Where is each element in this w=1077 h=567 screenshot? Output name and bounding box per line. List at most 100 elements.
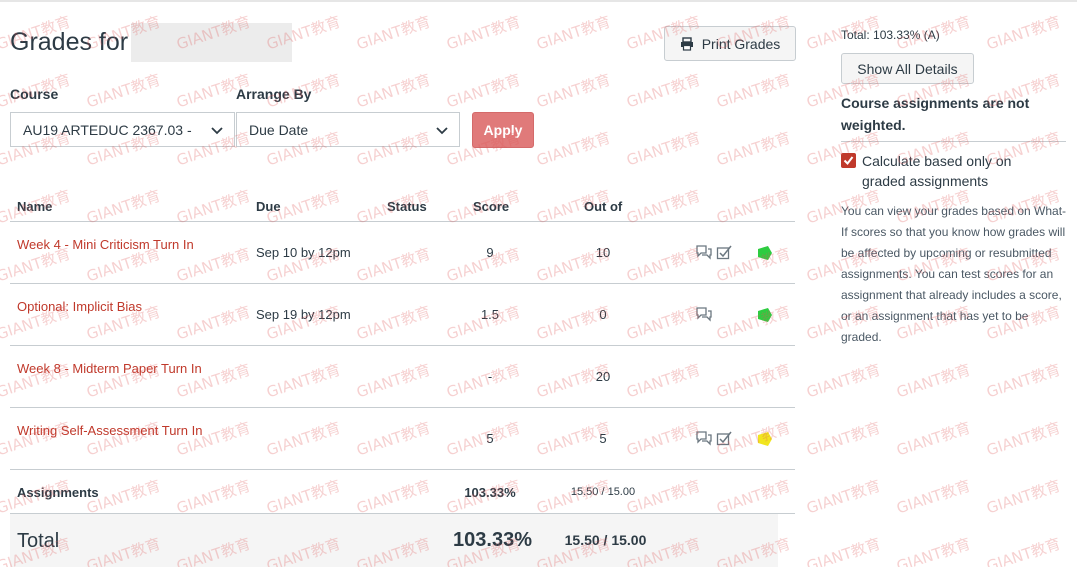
watermark-text: GIANT教育 xyxy=(1074,186,1077,228)
out-of-value: 20 xyxy=(595,369,611,384)
watermark-text: GIANT教育 xyxy=(534,128,613,170)
comment-icon[interactable] xyxy=(696,430,712,446)
grades-table: Name Due Status Score Out of Week 4 - Mi… xyxy=(10,190,795,514)
assignment-link[interactable]: Writing Self-Assessment Turn In xyxy=(17,423,202,438)
watermark-text: GIANT教育 xyxy=(444,70,523,112)
total-percent: 103.33% xyxy=(453,529,532,551)
watermark-text: GIANT教育 xyxy=(1074,418,1077,460)
watermark-text: GIANT教育 xyxy=(714,70,793,112)
weighting-note: Course assignments are not weighted. xyxy=(841,95,1030,133)
watermark-text: GIANT教育 xyxy=(1074,302,1077,344)
row-icons xyxy=(696,244,732,260)
watermark-text: GIANT教育 xyxy=(984,12,1063,54)
grade-status-flag xyxy=(758,246,772,260)
watermark-text: GIANT教育 xyxy=(804,360,883,402)
row-icons xyxy=(696,430,732,446)
watermark-text: GIANT教育 xyxy=(984,360,1063,402)
arrange-by-label: Arrange By xyxy=(236,86,312,102)
header-out-of[interactable]: Out of xyxy=(584,199,622,214)
watermark-text: GIANT教育 xyxy=(984,476,1063,518)
watermark-text: GIANT教育 xyxy=(354,12,433,54)
header-status[interactable]: Status xyxy=(387,199,427,214)
apply-button[interactable]: Apply xyxy=(472,112,534,148)
chevron-down-icon xyxy=(436,127,448,135)
page-title: Grades for xyxy=(10,28,129,56)
watermark-text: GIANT教育 xyxy=(624,70,703,112)
rubric-icon[interactable] xyxy=(716,244,732,260)
watermark-text: GIANT教育 xyxy=(1074,360,1077,402)
watermark-text: GIANT教育 xyxy=(804,534,883,567)
assignments-summary-label: Assignments xyxy=(17,485,99,500)
watermark-text: GIANT教育 xyxy=(1074,534,1077,567)
watermark-text: GIANT教育 xyxy=(894,360,973,402)
table-header: Name Due Status Score Out of xyxy=(10,190,795,222)
assignments-summary-percent: 103.33% xyxy=(464,485,516,500)
header-score[interactable]: Score xyxy=(473,199,509,214)
course-select[interactable]: AU19 ARTEDUC 2367.03 - xyxy=(10,112,235,147)
comment-icon[interactable] xyxy=(696,306,712,322)
student-name-redacted xyxy=(131,23,292,62)
comment-icon[interactable] xyxy=(696,244,712,260)
flag-shape xyxy=(758,308,772,322)
print-grades-label: Print Grades xyxy=(701,35,781,52)
rubric-icon[interactable] xyxy=(716,430,732,446)
printer-icon xyxy=(680,36,693,51)
assignment-link[interactable]: Optional: Implicit Bias xyxy=(17,299,142,314)
checkmark-icon xyxy=(843,156,854,166)
what-if-description: You can view your grades based on What-I… xyxy=(841,204,1067,344)
show-all-details-button[interactable]: Show All Details xyxy=(841,53,974,84)
total-fraction: 15.50 / 15.00 xyxy=(564,532,647,548)
assignment-link[interactable]: Week 4 - Mini Criticism Turn In xyxy=(17,237,194,252)
watermark-text: GIANT教育 xyxy=(984,534,1063,567)
watermark-text: GIANT教育 xyxy=(804,476,883,518)
sidebar-total: Total: 103.33% (A) xyxy=(841,28,940,42)
watermark-text: GIANT教育 xyxy=(1074,128,1077,170)
score-value: 5 xyxy=(486,431,494,446)
watermark-text: GIANT教育 xyxy=(894,476,973,518)
watermark-text: GIANT教育 xyxy=(894,534,973,567)
chevron-down-icon xyxy=(211,127,223,135)
calculate-graded-only-checkbox[interactable] xyxy=(841,153,856,168)
flag-shape xyxy=(758,432,772,446)
watermark-text: GIANT教育 xyxy=(1074,476,1077,518)
sidebar-divider xyxy=(841,141,1066,142)
watermark-text: GIANT教育 xyxy=(984,418,1063,460)
watermark-text: GIANT教育 xyxy=(444,12,523,54)
watermark-text: GIANT教育 xyxy=(894,418,973,460)
flag-shape xyxy=(758,246,772,260)
course-label: Course xyxy=(10,86,59,102)
grade-status-flag xyxy=(758,308,772,322)
watermark-text: GIANT教育 xyxy=(354,70,433,112)
header-name[interactable]: Name xyxy=(17,199,52,214)
watermark-text: GIANT教育 xyxy=(624,128,703,170)
score-value: 9 xyxy=(486,245,494,260)
table-row: Week 8 - Midterm Paper Turn In - 20 xyxy=(10,346,795,408)
top-border xyxy=(0,0,1077,2)
score-value: 1.5 xyxy=(480,307,500,322)
table-row: Optional: Implicit Bias Sep 19 by 12pm 1… xyxy=(10,284,795,346)
row-icons xyxy=(696,306,712,322)
total-row: Total 103.33% 15.50 / 15.00 xyxy=(10,514,778,567)
grade-status-flag xyxy=(758,432,772,446)
arrange-by-select[interactable]: Due Date xyxy=(236,112,460,147)
watermark-text: GIANT教育 xyxy=(84,70,163,112)
watermark-text: GIANT教育 xyxy=(1074,244,1077,286)
score-value: - xyxy=(487,369,493,384)
print-grades-button[interactable]: Print Grades xyxy=(664,26,796,61)
out-of-value: 0 xyxy=(599,307,607,322)
assignments-summary-row: Assignments 103.33% 15.50 / 15.00 xyxy=(10,470,795,514)
watermark-text: GIANT教育 xyxy=(1074,70,1077,112)
calculate-graded-only-label[interactable]: Calculate based only on graded assignmen… xyxy=(862,151,1052,191)
arrange-by-value: Due Date xyxy=(249,121,309,138)
course-select-value: AU19 ARTEDUC 2367.03 - xyxy=(23,121,192,138)
watermark-text: GIANT教育 xyxy=(714,128,793,170)
due-date: Sep 19 by 12pm xyxy=(256,307,351,322)
assignment-link[interactable]: Week 8 - Midterm Paper Turn In xyxy=(17,361,202,376)
table-row: Week 4 - Mini Criticism Turn In Sep 10 b… xyxy=(10,222,795,284)
total-label: Total xyxy=(17,530,60,552)
header-due[interactable]: Due xyxy=(256,199,281,214)
watermark-text: GIANT教育 xyxy=(534,70,613,112)
watermark-text: GIANT教育 xyxy=(1074,12,1077,54)
out-of-value: 5 xyxy=(599,431,607,446)
table-row: Writing Self-Assessment Turn In 5 5 xyxy=(10,408,795,470)
